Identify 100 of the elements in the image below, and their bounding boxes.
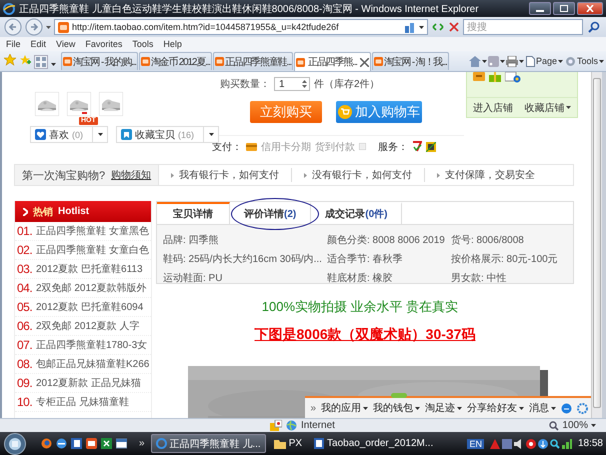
hot-item-link[interactable]: 2双免邮 2012夏款韩版外 [36, 281, 147, 295]
caret-icon[interactable] [46, 26, 51, 28]
globe-icon[interactable] [56, 438, 67, 449]
tray-icon[interactable] [490, 438, 500, 448]
browser-tab[interactable]: 淘金币 2012夏... [138, 52, 212, 70]
hot-item-link[interactable]: 正品四季熊童鞋 女童白色 [36, 243, 149, 257]
close-button[interactable] [577, 2, 603, 15]
info-link[interactable]: 我有银行卡，如何支付 [179, 168, 280, 182]
caret-icon[interactable] [500, 60, 505, 62]
document-icon[interactable] [71, 438, 82, 449]
caret-icon[interactable] [209, 133, 214, 136]
menu-item[interactable]: Help [163, 39, 182, 49]
browser-tab[interactable]: 淘宝网 - 淘！我... [372, 52, 449, 70]
add-favorite-icon[interactable] [19, 54, 31, 66]
caret-icon[interactable] [51, 63, 56, 66]
search-field[interactable]: 搜搜 [463, 19, 583, 35]
app-icon[interactable] [561, 402, 572, 414]
search-icon[interactable] [586, 20, 602, 34]
caret-icon[interactable] [457, 406, 462, 410]
toolbar-menu[interactable]: 我的应用 [321, 401, 368, 415]
gear-icon[interactable] [577, 402, 588, 414]
taskbar-button[interactable]: Taobao_order_2012M... [310, 434, 438, 453]
menu-item[interactable]: View [56, 39, 76, 49]
hot-item-link[interactable]: 正品四季熊童鞋 女童黑色 [36, 224, 149, 238]
caret-icon[interactable] [551, 406, 556, 410]
toolbar-menu[interactable]: 我的钱包 [373, 401, 420, 415]
compat-view-icon [404, 22, 416, 32]
browser-tab[interactable]: 正品四季熊童鞋... [212, 52, 294, 70]
toolbar-menu[interactable]: 消息 [529, 401, 556, 415]
slogan-text: 100%实物拍摄 业余水平 贵在真实 [260, 298, 460, 316]
mail-icon[interactable] [86, 438, 97, 449]
caret-icon[interactable] [419, 26, 424, 28]
stop-icon[interactable] [448, 21, 460, 33]
browser-icon[interactable] [41, 438, 52, 449]
hot-item-link[interactable]: 专柜正品 兄妹猫童鞋 [36, 395, 129, 409]
favorites-star-icon[interactable] [4, 54, 16, 66]
spreadsheet-icon[interactable] [101, 438, 112, 449]
browser-tab[interactable]: 淘宝网 - 我的购... [61, 52, 138, 70]
browser-tab[interactable]: 正品四季熊... [294, 52, 371, 71]
caret-icon[interactable] [363, 406, 368, 410]
address-field[interactable]: http://item.taobao.com/item.htm?id=10445871955&_u=k42tfude26f [54, 19, 428, 35]
folder-icon [274, 438, 286, 448]
shop-link[interactable]: 收藏店铺 [524, 100, 572, 114]
printer-icon[interactable] [506, 56, 518, 66]
maximize-button[interactable] [553, 2, 575, 15]
menu-item[interactable]: Favorites [85, 39, 122, 49]
menu-item[interactable]: Edit [30, 39, 46, 49]
language-indicator[interactable]: EN [467, 438, 484, 448]
menu-item[interactable]: Tools [132, 39, 154, 49]
hot-item-link[interactable]: 包邮正品兄妹猫童鞋K266 [36, 357, 150, 371]
back-button[interactable] [4, 18, 22, 36]
network-icon[interactable] [502, 438, 512, 448]
close-icon [586, 5, 594, 12]
caret-icon[interactable] [518, 60, 524, 62]
caret-icon[interactable] [415, 406, 420, 410]
spinner-icon[interactable] [302, 79, 307, 89]
signal-icon[interactable] [562, 438, 572, 448]
toolbar-menu[interactable]: 淘足迹 [425, 401, 462, 415]
caret-icon[interactable] [591, 424, 596, 427]
collect-button[interactable]: 收藏宝贝 (16) [116, 126, 220, 143]
download-icon[interactable] [538, 438, 548, 448]
hot-item-link[interactable]: 正品四季熊童鞋1780-3女 [36, 338, 148, 352]
hot-item-link[interactable]: 2012夏款 巴托童鞋6113 [36, 262, 143, 276]
page-menu-button[interactable]: Page [526, 56, 563, 66]
caret-icon[interactable] [599, 60, 604, 62]
payment-label: 支付： [212, 140, 242, 154]
search-icon[interactable] [550, 438, 560, 448]
desktop-icon[interactable] [116, 438, 127, 449]
browser-logo-icon [3, 2, 15, 14]
info-link[interactable]: 没有银行卡，如何支付 [312, 168, 412, 182]
refresh-icon[interactable] [431, 21, 445, 33]
toolbar-menu[interactable]: 分享给好友 [467, 401, 524, 415]
hot-item-link[interactable]: 2双免邮 2012夏款 人字 [36, 319, 140, 333]
caret-icon[interactable] [566, 106, 572, 109]
close-tab-icon[interactable] [360, 58, 369, 66]
hot-item-link[interactable]: 2012夏款 巴托童鞋6094 [36, 300, 144, 314]
tools-menu-button[interactable]: Tools [564, 56, 604, 66]
caret-icon[interactable] [98, 133, 103, 136]
hot-item-link[interactable]: 2012夏新款 正品兄妹猫 [36, 376, 142, 390]
caret-icon[interactable] [519, 406, 524, 410]
shopping-guide-link[interactable]: 购物须知 [111, 168, 152, 182]
scroll-thumb[interactable] [593, 78, 601, 408]
zoom-level[interactable]: 100% [549, 420, 596, 431]
caret-icon[interactable] [558, 60, 563, 62]
info-link[interactable]: 支付保障，交易安全 [445, 168, 536, 182]
scrollbar[interactable] [591, 72, 602, 418]
antivirus-icon[interactable] [526, 438, 536, 448]
taskbar-button[interactable]: 正品四季熊童鞋 儿... [150, 434, 266, 453]
menu-item[interactable]: File [6, 39, 21, 49]
caret-icon[interactable] [482, 60, 487, 62]
overflow-chevron[interactable]: » [139, 438, 145, 449]
shop-link[interactable]: 进入店铺 [472, 100, 513, 114]
handle-icon[interactable] [391, 393, 408, 398]
overflow-chevron[interactable]: » [310, 402, 316, 414]
forward-button[interactable] [25, 18, 43, 36]
quantity-field[interactable]: 1 [274, 77, 310, 91]
volume-icon[interactable] [514, 438, 524, 448]
start-button[interactable] [3, 432, 27, 454]
taskbar-button[interactable]: PX [270, 434, 306, 453]
minimize-button[interactable] [529, 2, 551, 15]
